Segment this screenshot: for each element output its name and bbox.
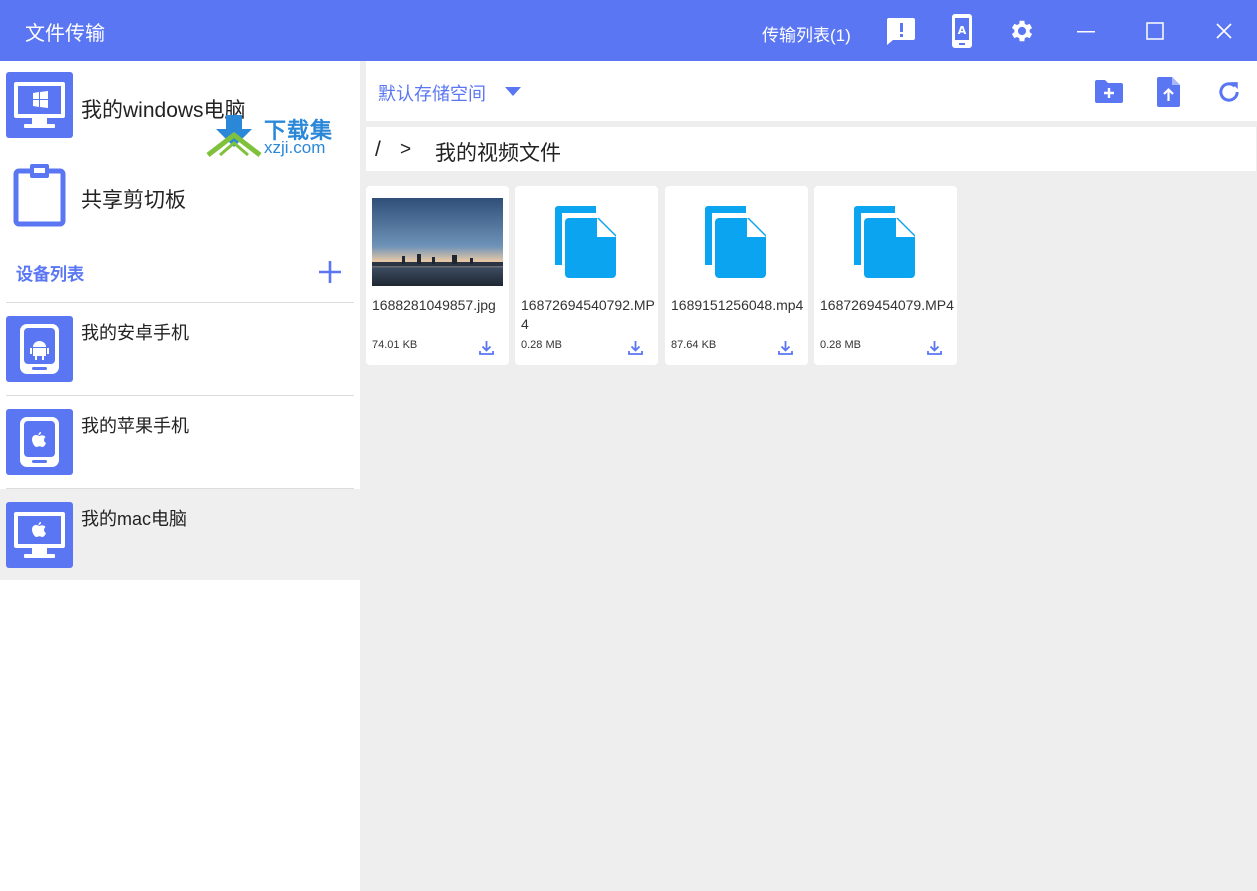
sidebar-item-label: 我的苹果手机 [81, 416, 189, 436]
android-phone-icon [6, 316, 73, 382]
minimize-icon[interactable] [1068, 12, 1104, 50]
apple-phone-icon [6, 409, 73, 475]
download-icon[interactable] [926, 339, 943, 356]
title-bar: 文件传输 传输列表(1) A [0, 0, 1257, 61]
clipboard-icon [13, 161, 67, 227]
svg-text:A: A [958, 24, 967, 37]
breadcrumb-current-folder[interactable]: 我的视频文件 [435, 137, 561, 167]
device-list-title: 设备列表 [16, 265, 84, 284]
sidebar-item-android-phone[interactable]: 我的安卓手机 [0, 303, 360, 395]
sidebar: 我的windows电脑 共享剪切板 设备列表 我的安卓手机 我的苹果手机 我的m… [0, 61, 360, 891]
breadcrumb-root[interactable]: / [375, 138, 381, 162]
file-name: 1688281049857.jpg [372, 297, 496, 313]
mobile-icon[interactable]: A [944, 12, 980, 50]
file-card[interactable]: 16872694540792.MP4 0.28 MB [515, 186, 658, 365]
download-icon[interactable] [627, 339, 644, 356]
download-icon[interactable] [478, 339, 495, 356]
sidebar-item-apple-phone[interactable]: 我的苹果手机 [0, 396, 360, 488]
mac-desktop-icon [6, 502, 73, 568]
breadcrumb: / > 我的视频文件 [366, 127, 1256, 171]
file-copy-icon [552, 204, 618, 280]
file-name: 16872694540792.MP4 [521, 297, 655, 332]
breadcrumb-separator: > [400, 139, 412, 160]
file-size: 74.01 KB [372, 339, 418, 351]
transfer-list-button[interactable]: 传输列表(1) [762, 21, 851, 46]
app-title: 文件传输 [25, 23, 105, 45]
file-card[interactable]: 1689151256048.mp4 87.64 KB [665, 186, 808, 365]
file-size: 0.28 MB [820, 339, 861, 351]
watermark-url: xzji.com [264, 138, 326, 157]
download-icon[interactable] [777, 339, 794, 356]
file-size: 87.64 KB [671, 339, 717, 351]
windows-desktop-icon [6, 72, 73, 138]
chevron-down-icon[interactable] [505, 87, 521, 96]
new-folder-icon[interactable] [1092, 75, 1126, 109]
gear-icon[interactable] [1004, 12, 1040, 50]
file-name: 1687269454079.MP4 [820, 297, 954, 313]
file-card[interactable]: 1688281049857.jpg 74.01 KB [366, 186, 509, 365]
sidebar-item-label: 我的安卓手机 [81, 323, 189, 343]
file-size: 0.28 MB [521, 339, 562, 351]
file-card[interactable]: 1687269454079.MP4 0.28 MB [814, 186, 957, 365]
upload-file-icon[interactable] [1152, 75, 1186, 109]
feedback-icon[interactable] [884, 12, 920, 50]
main-toolbar: 默认存储空间 [366, 61, 1257, 121]
sidebar-item-clipboard[interactable]: 共享剪切板 [0, 151, 360, 241]
add-device-icon[interactable] [317, 259, 343, 285]
file-copy-icon [851, 204, 917, 280]
file-name: 1689151256048.mp4 [671, 297, 804, 313]
refresh-icon[interactable] [1212, 75, 1246, 109]
file-copy-icon [702, 204, 768, 280]
storage-selector[interactable]: 默认存储空间 [378, 80, 486, 106]
sidebar-item-label: 我的mac电脑 [81, 509, 188, 529]
file-thumbnail [372, 198, 503, 286]
close-icon[interactable] [1206, 12, 1242, 50]
sidebar-item-label: 共享剪切板 [81, 189, 186, 212]
sidebar-item-mac-pc[interactable]: 我的mac电脑 [0, 489, 360, 580]
watermark-logo: 下载集 xzji.com [206, 113, 346, 157]
maximize-icon[interactable] [1137, 12, 1173, 50]
